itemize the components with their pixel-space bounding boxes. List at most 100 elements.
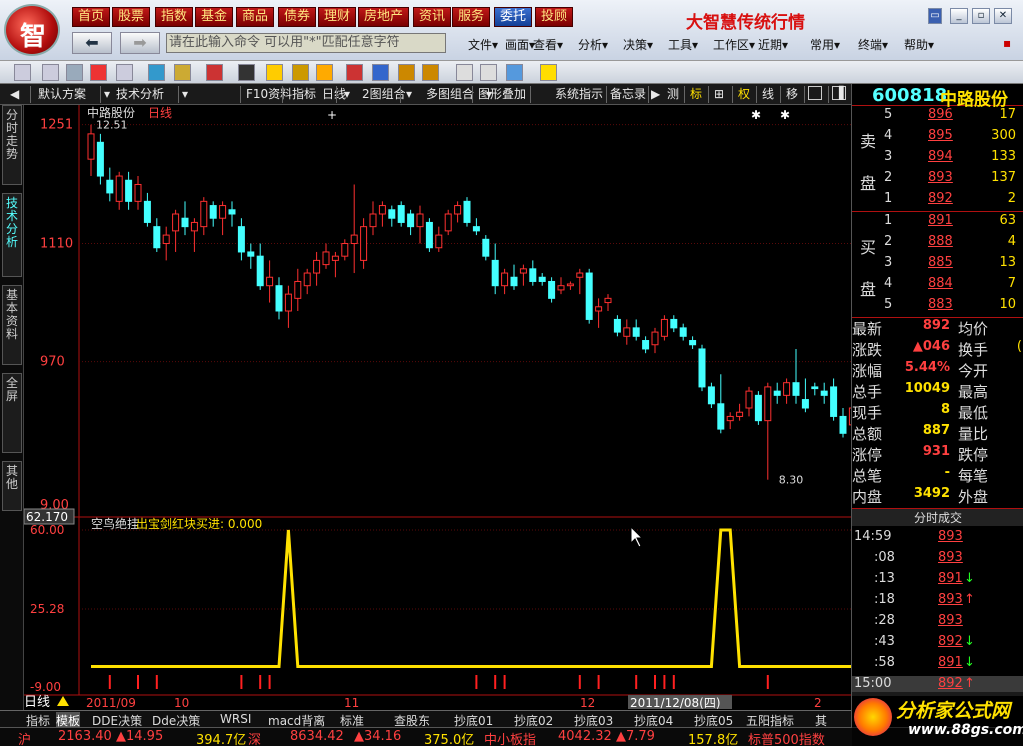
side-tab[interactable]: 技术分析 — [2, 193, 22, 277]
toolbar-tool-icon[interactable] — [480, 64, 497, 81]
tab-item[interactable]: 指标 — [292, 86, 316, 103]
toolbar-tool-icon[interactable] — [422, 64, 439, 81]
toolbar-tool-icon[interactable] — [42, 64, 59, 81]
toolbar-tool-icon[interactable] — [148, 64, 165, 81]
menu-item[interactable]: 近期▾ — [758, 36, 788, 53]
tab-item[interactable]: ◀ — [10, 86, 19, 103]
toolbar-tool-icon[interactable] — [456, 64, 473, 81]
tab-separator — [100, 86, 101, 103]
tab-item[interactable]: ▾ — [344, 86, 350, 103]
nav-button[interactable]: 投顾 — [535, 7, 574, 27]
ticker-item: 394.7亿 — [196, 733, 247, 746]
level-price[interactable]: 894 — [928, 149, 953, 164]
panel-toggle-icon[interactable]: ▐ — [832, 86, 846, 100]
nav-button[interactable]: 资讯 — [413, 7, 452, 27]
tab-item[interactable]: 移 — [786, 86, 798, 103]
level-price[interactable]: 893 — [928, 170, 953, 185]
ticks-title: 分时成交 — [852, 508, 1023, 526]
toolbar-tool-icon[interactable] — [292, 64, 309, 81]
level-price[interactable]: 883 — [928, 297, 953, 312]
menu-item[interactable]: 查看▾ — [533, 36, 563, 53]
menu-item[interactable]: 帮助▾ — [904, 36, 934, 53]
nav-button[interactable]: 债券 — [278, 7, 317, 27]
tab-item[interactable]: 日线 — [322, 86, 346, 103]
monitor-icon[interactable]: ▭ — [928, 8, 942, 24]
side-tab[interactable]: 其他 — [2, 461, 22, 511]
level-price[interactable]: 896 — [928, 107, 953, 122]
tab-item[interactable]: ▾ — [182, 86, 188, 103]
tab-item[interactable]: 备忘录 — [610, 86, 646, 103]
command-input[interactable]: 请在此输入命令 可以用"*"匹配任意字符 — [166, 33, 446, 53]
nav-button[interactable]: 商品 — [236, 7, 275, 27]
level-price[interactable]: 891 — [928, 213, 953, 228]
level-price[interactable]: 884 — [928, 276, 953, 291]
toolbar-tool-icon[interactable] — [506, 64, 523, 81]
toolbar-tool-icon[interactable] — [14, 64, 31, 81]
ticker-item: 2163.40 — [58, 729, 112, 744]
tab-item[interactable]: ▾ — [104, 86, 110, 103]
toolbar-tool-icon[interactable] — [206, 64, 223, 81]
tab-item[interactable]: 权 — [738, 86, 750, 103]
toolbar-tool-icon[interactable] — [116, 64, 133, 81]
menu-item[interactable]: 常用▾ — [810, 36, 840, 53]
tab-item[interactable]: 多图组合 — [426, 86, 474, 103]
toolbar-tool-icon[interactable] — [540, 64, 557, 81]
nav-button[interactable]: 房地产 — [358, 7, 410, 27]
menu-item[interactable]: 分析▾ — [578, 36, 608, 53]
menu-item[interactable]: 画面▾ — [505, 36, 535, 53]
minimize-button[interactable]: _ — [950, 8, 968, 24]
tab-item[interactable]: 技术分析 — [116, 86, 164, 103]
tab-item[interactable]: 线 — [762, 86, 774, 103]
level-price[interactable]: 888 — [928, 234, 953, 249]
stat-key: 每笔 — [958, 467, 989, 485]
toolbar-tool-icon[interactable] — [266, 64, 283, 81]
nav-button[interactable]: 服务 — [452, 7, 491, 27]
nav-button[interactable]: 首页 — [72, 7, 111, 27]
candle-body — [717, 403, 725, 430]
nav-button[interactable]: 股票 — [112, 7, 151, 27]
level-price[interactable]: 885 — [928, 255, 953, 270]
toolbar-tool-icon[interactable] — [174, 64, 191, 81]
pin-icon[interactable]: ▪ — [1003, 36, 1011, 50]
level-price[interactable]: 892 — [928, 191, 953, 206]
toolbar-tool-icon[interactable] — [398, 64, 415, 81]
window-icon[interactable] — [808, 86, 822, 100]
bottom-tab[interactable]: WRSI — [220, 712, 251, 726]
menu-item[interactable]: 终端▾ — [858, 36, 888, 53]
close-button[interactable]: ✕ — [994, 8, 1012, 24]
tab-item[interactable]: 图形叠加 — [478, 86, 526, 103]
tab-item[interactable]: ⊞ — [714, 86, 724, 103]
maximize-button[interactable]: ▫ — [972, 8, 990, 24]
side-tab[interactable]: 分时走势 — [2, 105, 22, 185]
tab-item[interactable]: 测 — [667, 86, 679, 103]
tab-item[interactable]: ▶ — [651, 86, 660, 103]
back-arrow-icon[interactable]: ⬅ — [72, 32, 112, 54]
level-price[interactable]: 895 — [928, 128, 953, 143]
tab-item[interactable]: 默认方案 — [38, 86, 86, 103]
nav-button[interactable]: 委托 — [494, 7, 533, 27]
menu-item[interactable]: 工作区▾ — [713, 36, 755, 53]
side-tab[interactable]: 全屏 — [2, 373, 22, 453]
stat-value: 892 — [922, 318, 950, 333]
toolbar-tool-icon[interactable] — [372, 64, 389, 81]
menu-item[interactable]: 文件▾ — [468, 36, 498, 53]
tab-item[interactable]: 标 — [690, 86, 702, 103]
tab-item[interactable]: F10资料 — [246, 86, 292, 103]
tab-separator — [684, 86, 685, 103]
toolbar-tool-icon[interactable] — [90, 64, 107, 81]
nav-button[interactable]: 指数 — [155, 7, 194, 27]
tab-item[interactable]: 系统指示 — [555, 86, 603, 103]
toolbar-tool-icon[interactable] — [238, 64, 255, 81]
side-tab[interactable]: 基本资料 — [2, 285, 22, 365]
app-logo[interactable]: 智 — [4, 4, 60, 56]
nav-button[interactable]: 理财 — [318, 7, 357, 27]
kline-chart[interactable]: 125111109709.0012.518.3060.0025.28-9.002… — [24, 105, 851, 710]
toolbar-tool-icon[interactable] — [66, 64, 83, 81]
menu-item[interactable]: 决策▾ — [623, 36, 653, 53]
toolbar-tool-icon[interactable] — [316, 64, 333, 81]
tab-item[interactable]: ▾ — [406, 86, 412, 103]
toolbar-tool-icon[interactable] — [346, 64, 363, 81]
nav-button[interactable]: 基金 — [195, 7, 234, 27]
forward-arrow-icon[interactable]: ➡ — [120, 32, 160, 54]
menu-item[interactable]: 工具▾ — [668, 36, 698, 53]
